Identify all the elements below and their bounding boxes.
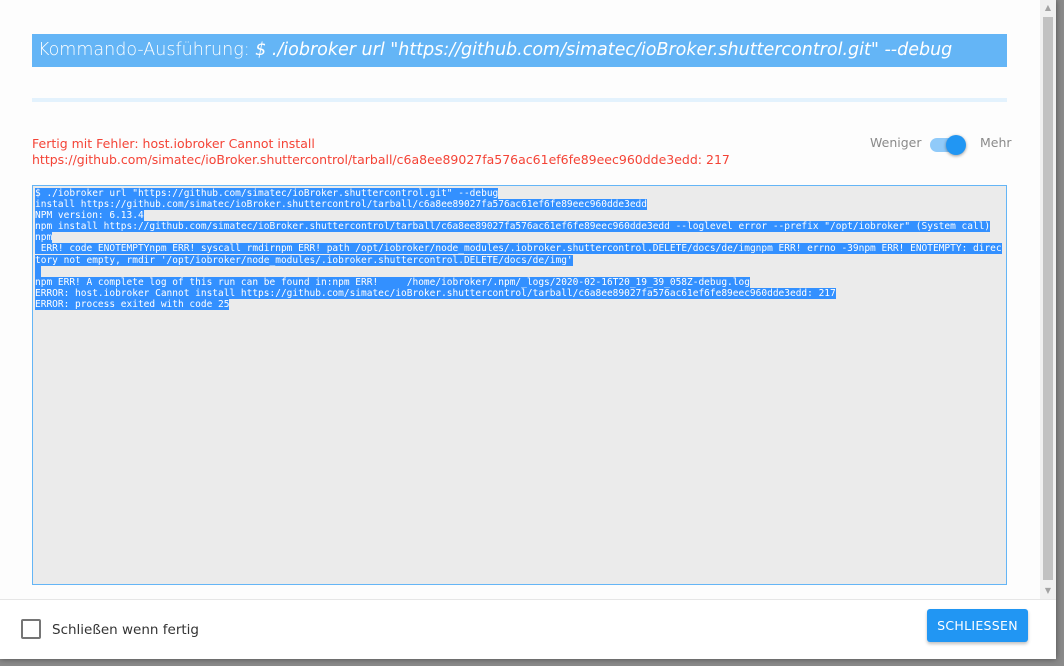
close-button[interactable]: SCHLIESSEN [927,609,1028,642]
auto-close-checkbox[interactable] [21,619,41,639]
scrollbar-thumb[interactable] [1043,17,1053,580]
arrow-up-icon[interactable]: ▲ [1040,0,1056,16]
log-line: NPM version: 6.13.4 [35,210,144,222]
auto-close-label[interactable]: Schließen wenn fertig [52,622,199,638]
status-message: Fertig mit Fehler: host.iobroker Cannot … [32,136,730,167]
log-line: $ ./iobroker url "https://github.com/sim… [35,188,499,199]
log-line: npm ERR! A complete log of this run can … [35,276,750,288]
log-line: install https://github.com/simatec/ioBro… [35,199,647,211]
log-line: ERROR: process exited with code 25 [35,298,230,310]
log-output[interactable]: $ ./iobroker url "https://github.com/sim… [32,185,1007,585]
dialog-title: Kommando-Ausführung: $ ./iobroker url "h… [32,34,1007,67]
log-text: $ ./iobroker url "https://github.com/sim… [35,188,1004,310]
log-line: npm install https://github.com/simatec/i… [35,221,991,233]
title-prefix: Kommando-Ausführung: [38,40,256,60]
progress-bar [32,98,1007,102]
toggle-more-label: Mehr [980,135,1012,150]
verbosity-toggle[interactable]: Weniger Mehr [870,133,1012,155]
log-line: ERR! code ENOTEMPTYnpm ERR! syscall rmdi… [35,243,1002,266]
log-line: npm [35,232,53,244]
toggle-less-label: Weniger [870,135,922,150]
arrow-down-icon[interactable]: ▼ [1040,583,1056,599]
log-line [35,265,41,277]
vertical-scrollbar[interactable]: ▲ ▼ [1040,0,1056,599]
command-dialog: Kommando-Ausführung: $ ./iobroker url "h… [0,0,1056,659]
log-line: ERROR: host.iobroker Cannot install http… [35,287,836,299]
title-command: $ ./iobroker url "https://github.com/sim… [255,40,953,60]
toggle-thumb[interactable] [946,135,966,155]
dialog-content: Kommando-Ausführung: $ ./iobroker url "h… [0,0,1040,599]
dialog-footer: Schließen wenn fertig SCHLIESSEN [0,599,1056,659]
